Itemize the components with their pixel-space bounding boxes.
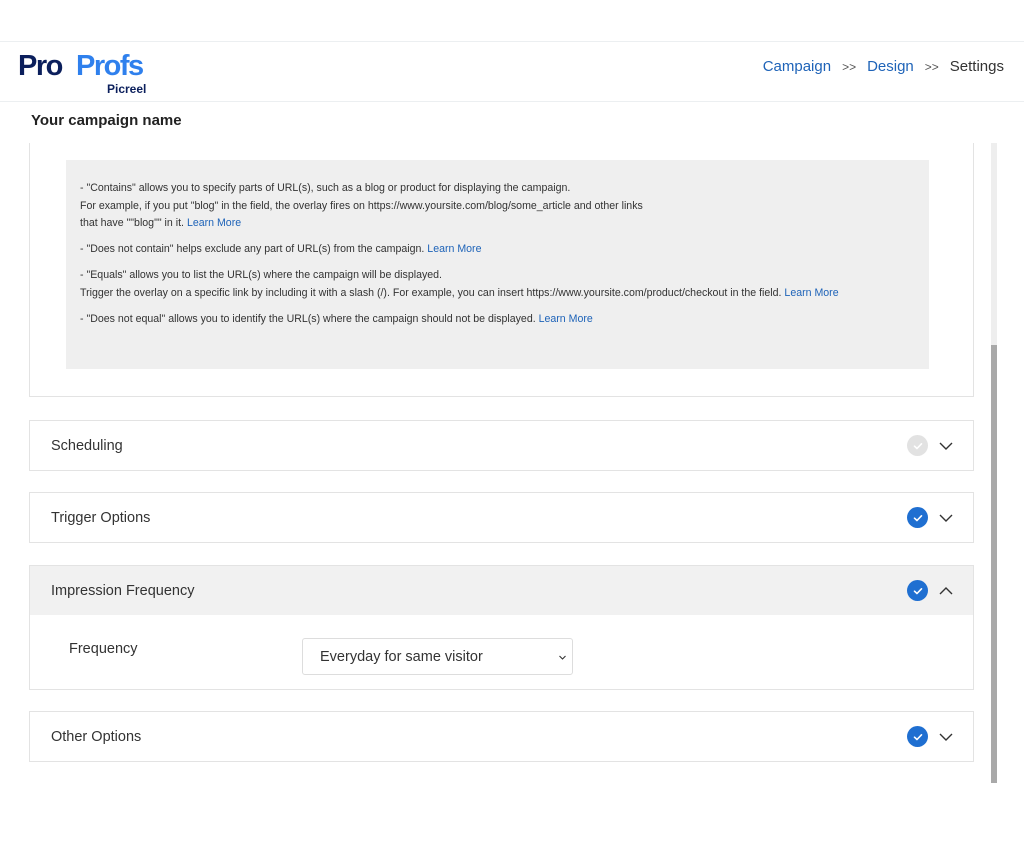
learn-more-link-not-contain[interactable]: Learn More [427,243,481,255]
help-contains: - "Contains" allows you to specify parts… [80,180,915,233]
check-circle-icon [907,435,928,456]
impression-frequency-section: Impression Frequency Frequency Everyday … [29,565,974,690]
scheduling-header[interactable]: Scheduling [30,421,973,470]
help-equals-line1: - "Equals" allows you to list the URL(s)… [80,269,442,281]
trigger-options-section: Trigger Options [29,492,974,543]
help-equals: - "Equals" allows you to list the URL(s)… [80,267,915,302]
other-options-title: Other Options [51,728,142,745]
breadcrumb-separator: >> [924,59,939,74]
help-contains-line3: that have ""blog"" in it. [80,217,184,229]
impression-frequency-header[interactable]: Impression Frequency [30,566,973,615]
other-options-header[interactable]: Other Options [30,712,973,761]
help-not-equal-text: - "Does not equal" allows you to identif… [80,312,536,325]
proprofs-picreel-logo[interactable]: Pro Profs Picreel [18,50,158,96]
breadcrumb-campaign[interactable]: Campaign [763,58,831,75]
check-circle-icon [907,726,928,747]
frequency-select[interactable]: Everyday for same visitor [302,638,573,675]
help-not-equal: - "Does not equal" allows you to identif… [80,311,915,329]
chevron-down-icon [559,655,566,660]
other-options-section: Other Options [29,711,974,762]
breadcrumb-settings: Settings [949,58,1004,75]
help-equals-line2: Trigger the overlay on a specific link b… [80,286,782,299]
chevron-down-icon[interactable] [938,438,954,454]
campaign-name-title: Your campaign name [31,112,182,129]
help-contains-line2: For example, if you put "blog" in the fi… [80,199,643,212]
frequency-selected-value: Everyday for same visitor [320,648,483,665]
chevron-up-icon[interactable] [938,583,954,599]
url-targeting-panel: - "Contains" allows you to specify parts… [29,143,974,397]
scheduling-section: Scheduling [29,420,974,471]
frequency-label: Frequency [69,641,138,657]
top-header: Pro Profs Picreel Campaign >> Design >> … [0,41,1024,102]
scrollbar-thumb[interactable] [991,345,997,783]
logo-text-pro: Pro [18,50,63,82]
frequency-row: Frequency Everyday for same visitor [30,615,973,689]
impression-frequency-title: Impression Frequency [51,582,195,599]
check-circle-icon [907,507,928,528]
chevron-down-icon[interactable] [938,510,954,526]
help-not-contain-text: - "Does not contain" helps exclude any p… [80,243,425,255]
breadcrumb-separator: >> [842,59,857,74]
breadcrumb-design[interactable]: Design [867,58,914,75]
chevron-down-icon[interactable] [938,729,954,745]
learn-more-link-contains[interactable]: Learn More [187,217,241,229]
learn-more-link-equals[interactable]: Learn More [784,287,838,299]
check-circle-icon [907,580,928,601]
url-rules-help-box: - "Contains" allows you to specify parts… [66,160,929,369]
scrollbar-track[interactable] [991,143,997,783]
logo-text-profs: Profs [76,50,144,82]
help-contains-line1: - "Contains" allows you to specify parts… [80,182,571,194]
learn-more-link-not-equal[interactable]: Learn More [539,313,593,325]
help-not-contain: - "Does not contain" helps exclude any p… [80,241,915,259]
logo-text-picreel: Picreel [107,82,147,96]
trigger-options-title: Trigger Options [51,509,151,526]
trigger-options-header[interactable]: Trigger Options [30,493,973,542]
scheduling-title: Scheduling [51,437,123,454]
breadcrumb: Campaign >> Design >> Settings [763,58,1004,75]
